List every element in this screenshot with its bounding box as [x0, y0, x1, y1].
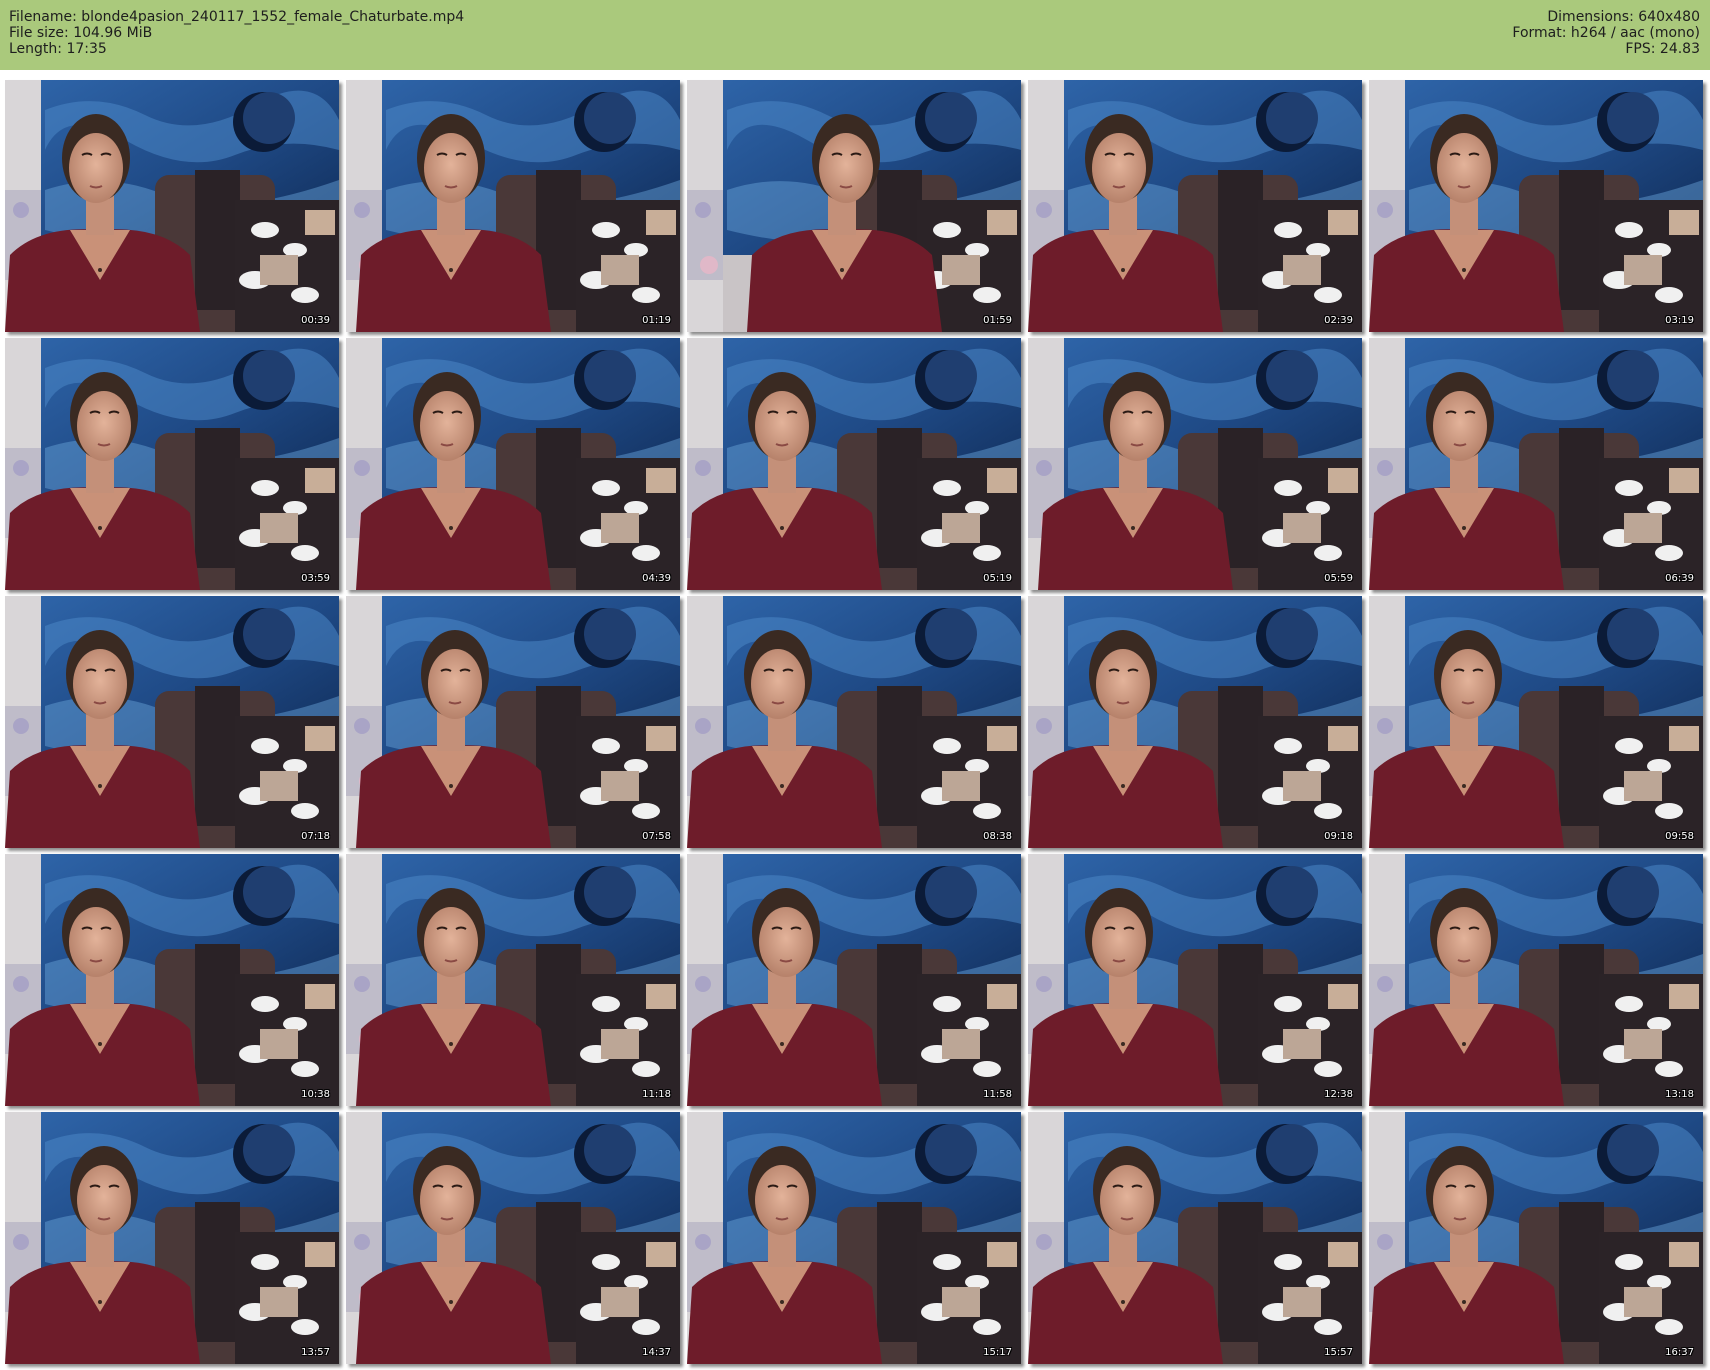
frame-image	[5, 1112, 339, 1364]
timestamp-label: 05:19	[983, 573, 1012, 584]
frame-image	[1369, 854, 1703, 1106]
video-thumbnail: 04:39	[346, 338, 680, 590]
frame-image	[1028, 338, 1362, 590]
frame-image	[1369, 338, 1703, 590]
video-thumbnail: 00:39	[5, 80, 339, 332]
frame-image	[346, 854, 680, 1106]
timestamp-label: 14:37	[642, 1347, 671, 1358]
format-text: Format: h264 / aac (mono)	[1512, 25, 1700, 41]
frame-image	[1028, 1112, 1362, 1364]
frame-image	[346, 338, 680, 590]
timestamp-label: 01:19	[642, 315, 671, 326]
video-thumbnail: 07:58	[346, 596, 680, 848]
timestamp-label: 08:38	[983, 831, 1012, 842]
timestamp-label: 03:19	[1665, 315, 1694, 326]
frame-image	[346, 80, 680, 332]
timestamp-label: 16:37	[1665, 1347, 1694, 1358]
video-thumbnail: 01:59	[687, 80, 1021, 332]
timestamp-label: 11:58	[983, 1089, 1012, 1100]
timestamp-label: 07:58	[642, 831, 671, 842]
timestamp-label: 03:59	[301, 573, 330, 584]
video-thumbnail: 07:18	[5, 596, 339, 848]
video-thumbnail: 13:57	[5, 1112, 339, 1364]
frame-image	[1369, 596, 1703, 848]
video-thumbnail: 11:58	[687, 854, 1021, 1106]
filename-text: Filename: blonde4pasion_240117_1552_fema…	[9, 9, 465, 25]
thumbnail-grid: 00:39 01:19 01:59 02:39 03:19 03:59 04:3…	[0, 70, 1710, 1370]
frame-image	[1028, 596, 1362, 848]
filesize-text: File size: 104.96 MiB	[9, 25, 153, 41]
video-thumbnail: 01:19	[346, 80, 680, 332]
video-thumbnail: 15:17	[687, 1112, 1021, 1364]
video-thumbnail: 05:19	[687, 338, 1021, 590]
timestamp-label: 04:39	[642, 573, 671, 584]
frame-image	[5, 80, 339, 332]
video-thumbnail: 03:19	[1369, 80, 1703, 332]
frame-image	[687, 338, 1021, 590]
timestamp-label: 10:38	[301, 1089, 330, 1100]
frame-image	[687, 80, 1021, 332]
media-info: Dimensions: 640x480 Format: h264 / aac (…	[1512, 9, 1700, 57]
timestamp-label: 15:17	[983, 1347, 1012, 1358]
frame-image	[1028, 80, 1362, 332]
frame-image	[687, 1112, 1021, 1364]
frame-image	[1369, 80, 1703, 332]
video-thumbnail: 09:58	[1369, 596, 1703, 848]
timestamp-label: 05:59	[1324, 573, 1353, 584]
frame-image	[5, 854, 339, 1106]
timestamp-label: 15:57	[1324, 1347, 1353, 1358]
video-thumbnail: 10:38	[5, 854, 339, 1106]
timestamp-label: 07:18	[301, 831, 330, 842]
frame-image	[1028, 854, 1362, 1106]
video-thumbnail: 05:59	[1028, 338, 1362, 590]
video-thumbnail: 09:18	[1028, 596, 1362, 848]
video-thumbnail: 11:18	[346, 854, 680, 1106]
frame-image	[1369, 1112, 1703, 1364]
video-thumbnail: 15:57	[1028, 1112, 1362, 1364]
video-thumbnail: 12:38	[1028, 854, 1362, 1106]
video-thumbnail: 08:38	[687, 596, 1021, 848]
video-thumbnail: 03:59	[5, 338, 339, 590]
timestamp-label: 09:58	[1665, 831, 1694, 842]
fps-text: FPS: 24.83	[1625, 41, 1700, 57]
frame-image	[5, 338, 339, 590]
timestamp-label: 11:18	[642, 1089, 671, 1100]
timestamp-label: 09:18	[1324, 831, 1353, 842]
length-text: Length: 17:35	[9, 41, 107, 57]
video-thumbnail: 14:37	[346, 1112, 680, 1364]
info-header: Filename: blonde4pasion_240117_1552_fema…	[0, 0, 1710, 70]
video-thumbnail: 02:39	[1028, 80, 1362, 332]
timestamp-label: 06:39	[1665, 573, 1694, 584]
video-thumbnail: 16:37	[1369, 1112, 1703, 1364]
timestamp-label: 01:59	[983, 315, 1012, 326]
frame-image	[5, 596, 339, 848]
video-thumbnail: 06:39	[1369, 338, 1703, 590]
frame-image	[687, 596, 1021, 848]
frame-image	[346, 1112, 680, 1364]
video-thumbnail: 13:18	[1369, 854, 1703, 1106]
timestamp-label: 00:39	[301, 315, 330, 326]
frame-image	[687, 854, 1021, 1106]
timestamp-label: 13:18	[1665, 1089, 1694, 1100]
file-info: Filename: blonde4pasion_240117_1552_fema…	[9, 9, 464, 57]
timestamp-label: 12:38	[1324, 1089, 1353, 1100]
frame-image	[346, 596, 680, 848]
timestamp-label: 13:57	[301, 1347, 330, 1358]
dimensions-text: Dimensions: 640x480	[1547, 9, 1700, 25]
timestamp-label: 02:39	[1324, 315, 1353, 326]
